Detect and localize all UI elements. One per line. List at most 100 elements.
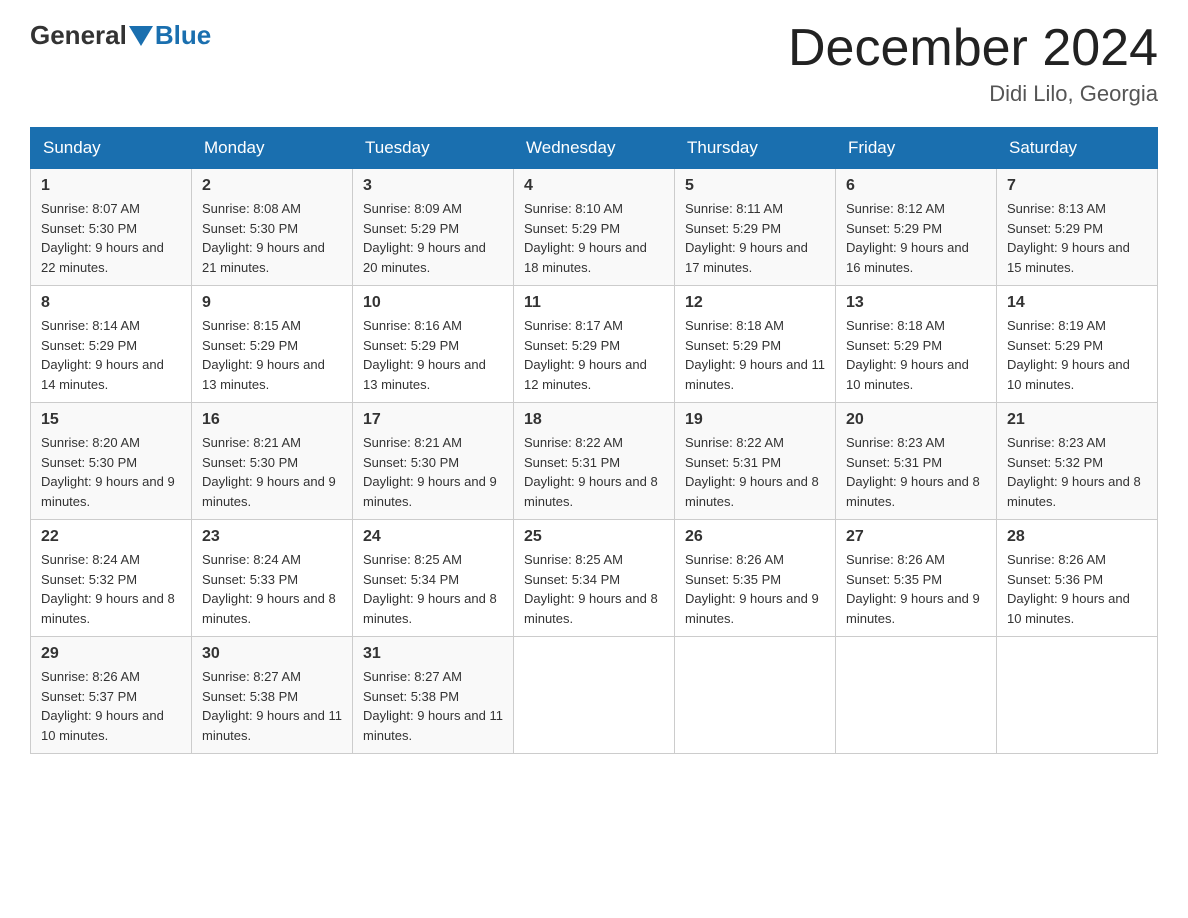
day-number: 7	[1007, 177, 1147, 195]
table-row: 8 Sunrise: 8:14 AMSunset: 5:29 PMDayligh…	[31, 286, 192, 403]
day-number: 14	[1007, 294, 1147, 312]
day-number: 31	[363, 645, 503, 663]
day-info: Sunrise: 8:24 AMSunset: 5:33 PMDaylight:…	[202, 550, 342, 628]
day-info: Sunrise: 8:08 AMSunset: 5:30 PMDaylight:…	[202, 199, 342, 277]
table-row: 9 Sunrise: 8:15 AMSunset: 5:29 PMDayligh…	[192, 286, 353, 403]
day-number: 25	[524, 528, 664, 546]
day-number: 15	[41, 411, 181, 429]
day-number: 3	[363, 177, 503, 195]
day-number: 23	[202, 528, 342, 546]
day-info: Sunrise: 8:22 AMSunset: 5:31 PMDaylight:…	[524, 433, 664, 511]
day-number: 26	[685, 528, 825, 546]
table-row: 25 Sunrise: 8:25 AMSunset: 5:34 PMDaylig…	[514, 520, 675, 637]
day-info: Sunrise: 8:25 AMSunset: 5:34 PMDaylight:…	[363, 550, 503, 628]
logo-blue-text: Blue	[155, 20, 211, 51]
day-info: Sunrise: 8:26 AMSunset: 5:35 PMDaylight:…	[685, 550, 825, 628]
day-info: Sunrise: 8:20 AMSunset: 5:30 PMDaylight:…	[41, 433, 181, 511]
day-number: 20	[846, 411, 986, 429]
day-number: 8	[41, 294, 181, 312]
table-row: 24 Sunrise: 8:25 AMSunset: 5:34 PMDaylig…	[353, 520, 514, 637]
day-number: 13	[846, 294, 986, 312]
table-row: 21 Sunrise: 8:23 AMSunset: 5:32 PMDaylig…	[997, 403, 1158, 520]
day-info: Sunrise: 8:23 AMSunset: 5:32 PMDaylight:…	[1007, 433, 1147, 511]
day-info: Sunrise: 8:21 AMSunset: 5:30 PMDaylight:…	[202, 433, 342, 511]
day-number: 24	[363, 528, 503, 546]
day-number: 21	[1007, 411, 1147, 429]
table-row: 17 Sunrise: 8:21 AMSunset: 5:30 PMDaylig…	[353, 403, 514, 520]
day-number: 30	[202, 645, 342, 663]
col-thursday: Thursday	[675, 128, 836, 169]
day-number: 27	[846, 528, 986, 546]
day-info: Sunrise: 8:17 AMSunset: 5:29 PMDaylight:…	[524, 316, 664, 394]
day-info: Sunrise: 8:27 AMSunset: 5:38 PMDaylight:…	[202, 667, 342, 745]
table-row: 10 Sunrise: 8:16 AMSunset: 5:29 PMDaylig…	[353, 286, 514, 403]
day-info: Sunrise: 8:15 AMSunset: 5:29 PMDaylight:…	[202, 316, 342, 394]
table-row: 28 Sunrise: 8:26 AMSunset: 5:36 PMDaylig…	[997, 520, 1158, 637]
day-number: 28	[1007, 528, 1147, 546]
location-text: Didi Lilo, Georgia	[788, 81, 1158, 107]
calendar-week-row: 15 Sunrise: 8:20 AMSunset: 5:30 PMDaylig…	[31, 403, 1158, 520]
day-number: 6	[846, 177, 986, 195]
day-number: 5	[685, 177, 825, 195]
table-row: 26 Sunrise: 8:26 AMSunset: 5:35 PMDaylig…	[675, 520, 836, 637]
day-info: Sunrise: 8:19 AMSunset: 5:29 PMDaylight:…	[1007, 316, 1147, 394]
day-info: Sunrise: 8:07 AMSunset: 5:30 PMDaylight:…	[41, 199, 181, 277]
month-title: December 2024	[788, 20, 1158, 77]
table-row: 14 Sunrise: 8:19 AMSunset: 5:29 PMDaylig…	[997, 286, 1158, 403]
table-row: 13 Sunrise: 8:18 AMSunset: 5:29 PMDaylig…	[836, 286, 997, 403]
calendar-week-row: 22 Sunrise: 8:24 AMSunset: 5:32 PMDaylig…	[31, 520, 1158, 637]
table-row	[514, 637, 675, 754]
table-row: 22 Sunrise: 8:24 AMSunset: 5:32 PMDaylig…	[31, 520, 192, 637]
day-info: Sunrise: 8:12 AMSunset: 5:29 PMDaylight:…	[846, 199, 986, 277]
logo: General Blue	[30, 20, 211, 51]
day-info: Sunrise: 8:18 AMSunset: 5:29 PMDaylight:…	[846, 316, 986, 394]
col-sunday: Sunday	[31, 128, 192, 169]
table-row: 3 Sunrise: 8:09 AMSunset: 5:29 PMDayligh…	[353, 169, 514, 286]
day-info: Sunrise: 8:10 AMSunset: 5:29 PMDaylight:…	[524, 199, 664, 277]
col-wednesday: Wednesday	[514, 128, 675, 169]
day-info: Sunrise: 8:23 AMSunset: 5:31 PMDaylight:…	[846, 433, 986, 511]
logo-triangle-icon	[129, 26, 153, 46]
day-number: 22	[41, 528, 181, 546]
day-number: 11	[524, 294, 664, 312]
table-row: 19 Sunrise: 8:22 AMSunset: 5:31 PMDaylig…	[675, 403, 836, 520]
table-row: 12 Sunrise: 8:18 AMSunset: 5:29 PMDaylig…	[675, 286, 836, 403]
table-row: 27 Sunrise: 8:26 AMSunset: 5:35 PMDaylig…	[836, 520, 997, 637]
page-header: General Blue December 2024 Didi Lilo, Ge…	[30, 20, 1158, 107]
col-tuesday: Tuesday	[353, 128, 514, 169]
table-row	[997, 637, 1158, 754]
day-info: Sunrise: 8:22 AMSunset: 5:31 PMDaylight:…	[685, 433, 825, 511]
day-number: 18	[524, 411, 664, 429]
day-info: Sunrise: 8:16 AMSunset: 5:29 PMDaylight:…	[363, 316, 503, 394]
calendar-week-row: 1 Sunrise: 8:07 AMSunset: 5:30 PMDayligh…	[31, 169, 1158, 286]
logo-general-text: General	[30, 20, 127, 51]
day-info: Sunrise: 8:26 AMSunset: 5:35 PMDaylight:…	[846, 550, 986, 628]
day-number: 29	[41, 645, 181, 663]
col-monday: Monday	[192, 128, 353, 169]
day-number: 4	[524, 177, 664, 195]
title-area: December 2024 Didi Lilo, Georgia	[788, 20, 1158, 107]
table-row: 30 Sunrise: 8:27 AMSunset: 5:38 PMDaylig…	[192, 637, 353, 754]
table-row: 18 Sunrise: 8:22 AMSunset: 5:31 PMDaylig…	[514, 403, 675, 520]
calendar-table: Sunday Monday Tuesday Wednesday Thursday…	[30, 127, 1158, 754]
day-number: 19	[685, 411, 825, 429]
table-row	[675, 637, 836, 754]
table-row: 29 Sunrise: 8:26 AMSunset: 5:37 PMDaylig…	[31, 637, 192, 754]
day-number: 16	[202, 411, 342, 429]
day-number: 2	[202, 177, 342, 195]
day-number: 1	[41, 177, 181, 195]
day-number: 12	[685, 294, 825, 312]
table-row: 2 Sunrise: 8:08 AMSunset: 5:30 PMDayligh…	[192, 169, 353, 286]
col-friday: Friday	[836, 128, 997, 169]
table-row: 5 Sunrise: 8:11 AMSunset: 5:29 PMDayligh…	[675, 169, 836, 286]
day-info: Sunrise: 8:21 AMSunset: 5:30 PMDaylight:…	[363, 433, 503, 511]
table-row: 6 Sunrise: 8:12 AMSunset: 5:29 PMDayligh…	[836, 169, 997, 286]
day-info: Sunrise: 8:27 AMSunset: 5:38 PMDaylight:…	[363, 667, 503, 745]
table-row: 31 Sunrise: 8:27 AMSunset: 5:38 PMDaylig…	[353, 637, 514, 754]
day-info: Sunrise: 8:09 AMSunset: 5:29 PMDaylight:…	[363, 199, 503, 277]
table-row: 15 Sunrise: 8:20 AMSunset: 5:30 PMDaylig…	[31, 403, 192, 520]
day-info: Sunrise: 8:24 AMSunset: 5:32 PMDaylight:…	[41, 550, 181, 628]
day-info: Sunrise: 8:25 AMSunset: 5:34 PMDaylight:…	[524, 550, 664, 628]
day-info: Sunrise: 8:26 AMSunset: 5:37 PMDaylight:…	[41, 667, 181, 745]
table-row	[836, 637, 997, 754]
